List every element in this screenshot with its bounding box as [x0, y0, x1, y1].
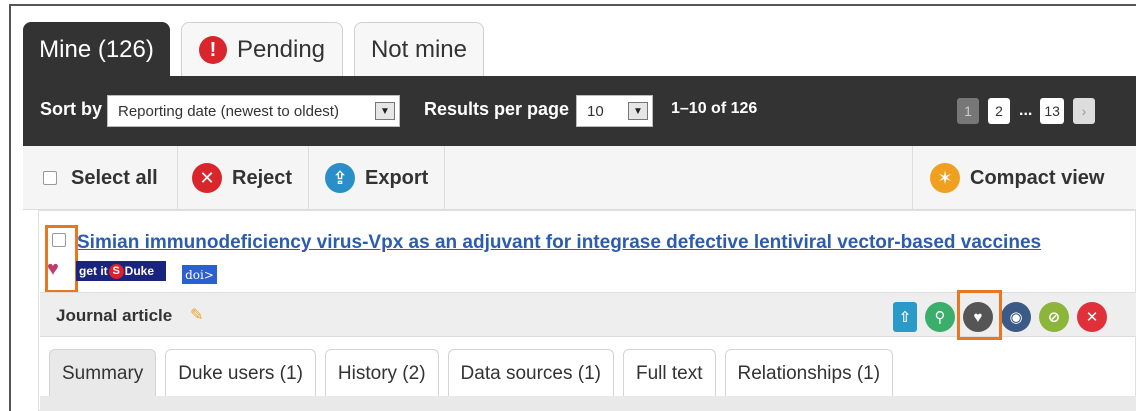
reject-label: Reject	[232, 166, 293, 189]
select-all-label: Select all	[71, 166, 158, 189]
export-label: Export	[365, 166, 429, 189]
record-title-link[interactable]: Simian immunodeficiency virus-Vpx as an …	[77, 232, 1041, 254]
pencil-icon[interactable]: ✎	[190, 305, 203, 325]
get-it-label: get it	[79, 264, 108, 278]
compress-icon: ✶	[930, 163, 960, 193]
sort-select[interactable]: Reporting date (newest to oldest) ▼	[107, 95, 400, 127]
page-2-button[interactable]: 2	[988, 98, 1010, 124]
chevron-down-icon: ▼	[375, 102, 395, 120]
publication-record: Simian immunodeficiency virus-Vpx as an …	[38, 210, 1136, 411]
get-it-duke-button[interactable]: get it S Duke	[76, 261, 166, 281]
highlight-box	[45, 225, 78, 293]
divider	[177, 146, 178, 210]
sort-select-value: Reporting date (newest to oldest)	[118, 102, 339, 120]
subtab-relationships[interactable]: Relationships (1)	[724, 349, 894, 397]
compact-view-button[interactable]: ✶ Compact view	[930, 146, 1104, 210]
select-all-checkbox[interactable]	[43, 171, 57, 185]
tab-mine[interactable]: Mine (126)	[23, 22, 170, 77]
tab-mine-label: Mine (126)	[39, 36, 154, 63]
subtab-full-text[interactable]: Full text	[622, 349, 716, 397]
page-1-button[interactable]: 1	[957, 98, 979, 124]
close-icon: ✕	[192, 163, 222, 193]
doi-label: doi>	[185, 267, 214, 282]
subtab-history[interactable]: History (2)	[324, 349, 439, 397]
subtab-label: Data sources (1)	[460, 362, 601, 384]
reject-button[interactable]: ✕ Reject	[192, 146, 292, 210]
next-page-button[interactable]: ›	[1072, 98, 1095, 124]
tab-not-mine-label: Not mine	[370, 36, 468, 63]
divider	[912, 146, 913, 210]
record-action-icons: ⇧ ⚲ ♥ ◉ ⊘ ✕	[893, 302, 1115, 332]
tab-pending-label: Pending	[236, 36, 326, 63]
subtab-label: Summary	[62, 362, 144, 384]
tab-bar: Mine (126) ! Pending Not mine	[23, 22, 495, 77]
compact-view-label: Compact view	[970, 166, 1105, 189]
subtab-data-sources[interactable]: Data sources (1)	[447, 349, 614, 397]
duke-logo-icon: S	[108, 263, 124, 279]
divider	[444, 146, 445, 210]
subtab-summary[interactable]: Summary	[49, 349, 157, 397]
subtab-label: History (2)	[337, 362, 426, 384]
subtab-label: Relationships (1)	[737, 362, 881, 384]
tab-pending[interactable]: ! Pending	[181, 22, 343, 77]
export-icon: ⇪	[325, 163, 355, 193]
record-type: Journal article	[56, 306, 173, 325]
get-it-brand: Duke	[124, 264, 155, 278]
subtab-label: Full text	[635, 362, 703, 384]
highlight-box	[957, 290, 1002, 340]
chevron-down-icon: ▼	[628, 102, 648, 120]
results-per-page-label: Results per page	[424, 99, 570, 119]
view-eye-icon[interactable]: ◉	[1001, 302, 1031, 332]
subtab-content-strip	[40, 396, 1136, 411]
close-icon[interactable]: ✕	[1077, 302, 1107, 332]
pagination: 1 2 ... 13 ›	[957, 98, 1104, 124]
hide-icon[interactable]: ⊘	[1039, 302, 1069, 332]
page-ellipsis: ...	[1019, 102, 1033, 119]
upload-icon[interactable]: ⇧	[893, 302, 917, 332]
divider	[308, 146, 309, 210]
record-subtabs: Summary Duke users (1) History (2) Data …	[49, 349, 902, 397]
export-button[interactable]: ⇪ Export	[325, 146, 428, 210]
result-range: 1–10 of 126	[671, 100, 758, 117]
page-13-button[interactable]: 13	[1040, 98, 1064, 124]
search-icon[interactable]: ⚲	[925, 302, 955, 332]
tab-not-mine[interactable]: Not mine	[354, 22, 484, 77]
results-per-page-select[interactable]: 10 ▼	[576, 95, 653, 127]
subtab-duke-users[interactable]: Duke users (1)	[165, 349, 316, 397]
select-all-control[interactable]: Select all	[43, 146, 158, 210]
results-toolbar: Sort by Reporting date (newest to oldest…	[23, 76, 1136, 146]
bulk-action-bar: Select all ✕ Reject ⇪ Export ✶ Compact v…	[23, 146, 1136, 210]
doi-link[interactable]: doi>	[182, 265, 217, 284]
sort-by-label: Sort by	[40, 99, 103, 119]
exclamation-icon: !	[198, 36, 227, 64]
results-per-page-value: 10	[587, 102, 604, 120]
subtab-label: Duke users (1)	[178, 362, 303, 384]
